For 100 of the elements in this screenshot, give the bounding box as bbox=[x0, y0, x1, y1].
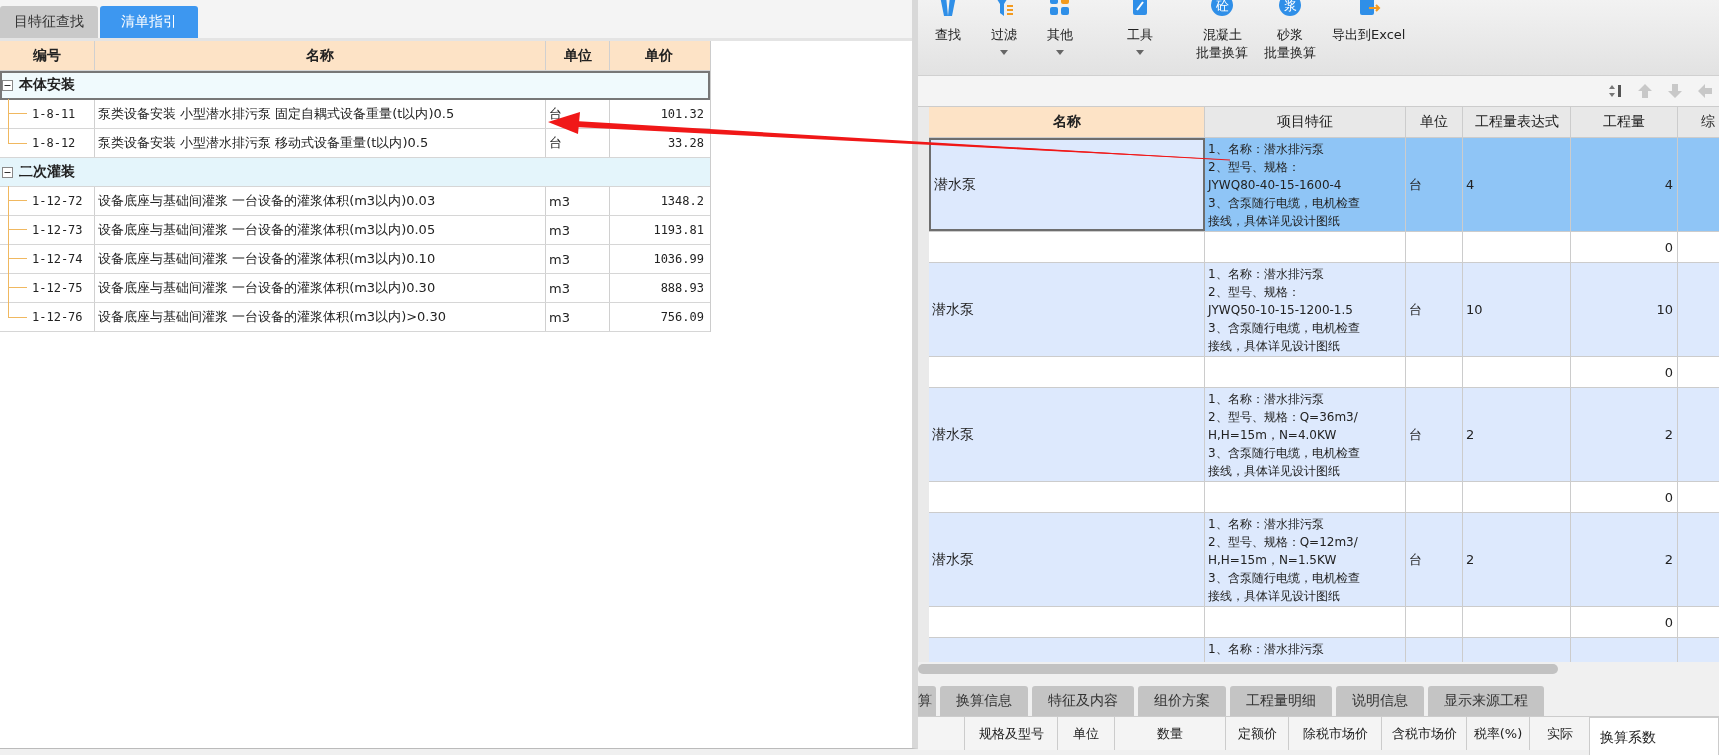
table-cell[interactable]: 潜水泵 bbox=[929, 138, 1205, 231]
table-cell: 泵类设备安装 小型潜水排污泵 固定自耦式设备重量(t以内)0.5 bbox=[95, 100, 546, 128]
feature-line: H,H=15m，N=1.5KW bbox=[1208, 551, 1337, 569]
tab[interactable]: 工程量明细 bbox=[1230, 686, 1332, 716]
table-cell: m3 bbox=[546, 216, 610, 244]
table-cell: m3 bbox=[546, 303, 610, 331]
toolbar-button[interactable]: 查找 bbox=[922, 0, 974, 44]
table-cell: 0 bbox=[1571, 232, 1678, 262]
table-cell: 设备底座与基础间灌浆 一台设备的灌浆体积(m3以内)0.10 bbox=[95, 245, 546, 273]
feature-line: 1、名称：潜水排污泵 bbox=[1208, 140, 1324, 158]
feature-line: 1、名称：潜水排污泵 bbox=[1208, 390, 1324, 408]
column-header: 规格及型号 bbox=[965, 717, 1058, 750]
table-cell: 0 bbox=[1571, 482, 1678, 512]
feature-line: 3、含泵随行电缆，电机检查 bbox=[1208, 444, 1360, 462]
table-cell-text: 888.93 bbox=[659, 280, 705, 297]
table-cell[interactable]: 潜水泵 bbox=[929, 513, 1205, 606]
table-cell: 台 bbox=[1406, 388, 1463, 481]
column-header: 含税市场价 bbox=[1382, 717, 1467, 750]
panel-title: 换算系数 bbox=[1600, 729, 1656, 747]
toolbar-button[interactable]: 浆 砂浆 批量换算 bbox=[1258, 0, 1322, 62]
table-cell: 2 bbox=[1463, 388, 1571, 481]
column-header: 名称 bbox=[95, 41, 546, 70]
table-cell: 10 bbox=[1571, 263, 1678, 356]
table-cell[interactable]: 潜水泵 bbox=[929, 388, 1205, 481]
table-cell-text: 101.32 bbox=[659, 106, 705, 123]
table-cell: 10 bbox=[1463, 263, 1571, 356]
toolbar-button[interactable]: 工具 bbox=[1114, 0, 1166, 55]
column-header: 编号 bbox=[0, 41, 95, 70]
table-cell-text: 1348.2 bbox=[659, 193, 705, 210]
table-cell-text: 1193.81 bbox=[652, 222, 705, 239]
table-cell-text: 33.28 bbox=[666, 135, 705, 152]
table-cell-text: 1036.99 bbox=[652, 251, 705, 268]
group-title: 本体安装 bbox=[19, 76, 75, 94]
table-cell: 台 bbox=[1406, 138, 1463, 231]
column-header: 单价 bbox=[644, 45, 674, 65]
table-cell: 4 bbox=[1463, 138, 1571, 231]
group-title: 二次灌装 bbox=[19, 163, 75, 181]
table-cell: 1-12-74 bbox=[32, 252, 83, 266]
toolbar-button[interactable]: 导出到Excel bbox=[1326, 0, 1412, 44]
feature-line: 2、型号、规格：Q=36m3/ bbox=[1208, 408, 1358, 426]
column-header: 单位 bbox=[1406, 107, 1463, 138]
table-cell: 0 bbox=[1571, 357, 1678, 387]
toolbar-button[interactable]: 其他 bbox=[1034, 0, 1086, 55]
column-header: 数量 bbox=[1115, 717, 1226, 750]
table-cell: 台 bbox=[1406, 263, 1463, 356]
feature-line: H,H=15m，N=4.0KW bbox=[1208, 426, 1337, 444]
column-header: 工程量表达式 bbox=[1463, 107, 1571, 138]
table-cell: 1-12-75 bbox=[32, 281, 83, 295]
feature-line: 1、名称：潜水排污泵 bbox=[1208, 515, 1324, 533]
table-cell: m3 bbox=[546, 187, 610, 215]
toolbar-button[interactable]: 砼 混凝土 批量换算 bbox=[1190, 0, 1254, 62]
table-cell: 设备底座与基础间灌浆 一台设备的灌浆体积(m3以内)>0.30 bbox=[95, 303, 546, 331]
feature-line: 3、含泵随行电缆，电机检查 bbox=[1208, 194, 1360, 212]
tab[interactable]: 算 bbox=[918, 686, 936, 716]
column-header: 定额价 bbox=[1226, 717, 1289, 750]
table-cell: 设备底座与基础间灌浆 一台设备的灌浆体积(m3以内)0.05 bbox=[95, 216, 546, 244]
column-header: 单位 bbox=[1058, 717, 1115, 750]
table-cell: 1-8-12 bbox=[32, 136, 76, 150]
feature-line: JYWQ50-10-15-1200-1.5 bbox=[1208, 301, 1353, 319]
column-header: 税率(%) bbox=[1467, 717, 1530, 750]
table-cell: 1-12-72 bbox=[32, 194, 83, 208]
column-header: 名称 bbox=[929, 107, 1205, 138]
table-cell: 设备底座与基础间灌浆 一台设备的灌浆体积(m3以内)0.30 bbox=[95, 274, 546, 302]
tab[interactable]: 目特征查找 bbox=[0, 6, 98, 38]
table-cell: 2 bbox=[1571, 388, 1678, 481]
tab[interactable]: 特征及内容 bbox=[1032, 686, 1134, 716]
table-cell: 泵类设备安装 小型潜水排污泵 移动式设备重量(t以内)0.5 bbox=[95, 129, 546, 157]
table-cell: 设备底座与基础间灌浆 一台设备的灌浆体积(m3以内)0.03 bbox=[95, 187, 546, 215]
feature-line: 接线，具体详见设计图纸 bbox=[1208, 587, 1340, 605]
table-cell-text: 756.09 bbox=[659, 309, 705, 326]
feature-line: 接线，具体详见设计图纸 bbox=[1208, 337, 1340, 355]
table-cell: 台 bbox=[1406, 513, 1463, 606]
tab[interactable]: 显示来源工程 bbox=[1428, 686, 1544, 716]
column-header: 综 bbox=[1678, 107, 1719, 138]
table-cell: 1-12-73 bbox=[32, 223, 83, 237]
table-cell[interactable]: 潜水泵 bbox=[929, 263, 1205, 356]
tab[interactable]: 组价方案 bbox=[1138, 686, 1226, 716]
table-cell: 2 bbox=[1463, 513, 1571, 606]
group-row[interactable]: 二次灌装 bbox=[0, 158, 710, 187]
column-header: 除税市场价 bbox=[1289, 717, 1382, 750]
table-cell: 4 bbox=[1571, 138, 1678, 231]
table-cell: 2 bbox=[1571, 513, 1678, 606]
feature-line: 3、含泵随行电缆，电机检查 bbox=[1208, 569, 1360, 587]
feature-line: 3、含泵随行电缆，电机检查 bbox=[1208, 319, 1360, 337]
group-row[interactable]: 本体安装 bbox=[0, 71, 710, 100]
feature-line: 2、型号、规格：Q=12m3/ bbox=[1208, 533, 1358, 551]
table-cell: 1-12-76 bbox=[32, 310, 83, 324]
feature-line: 2、型号、规格： bbox=[1208, 158, 1300, 176]
tab[interactable]: 换算信息 bbox=[940, 686, 1028, 716]
feature-line: 1、名称：潜水排污泵 bbox=[1208, 641, 1324, 658]
feature-line: JYWQ80-40-15-1600-4 bbox=[1208, 176, 1342, 194]
table-cell: m3 bbox=[546, 245, 610, 273]
feature-line: 接线，具体详见设计图纸 bbox=[1208, 462, 1340, 480]
column-header: 工程量 bbox=[1571, 107, 1678, 138]
table-cell: 1-8-11 bbox=[32, 107, 76, 121]
table-cell: m3 bbox=[546, 274, 610, 302]
tab[interactable]: 说明信息 bbox=[1336, 686, 1424, 716]
column-header: 项目特征 bbox=[1205, 107, 1406, 138]
toolbar-button[interactable]: 过滤 bbox=[978, 0, 1030, 55]
feature-line: 1、名称：潜水排污泵 bbox=[1208, 265, 1324, 283]
